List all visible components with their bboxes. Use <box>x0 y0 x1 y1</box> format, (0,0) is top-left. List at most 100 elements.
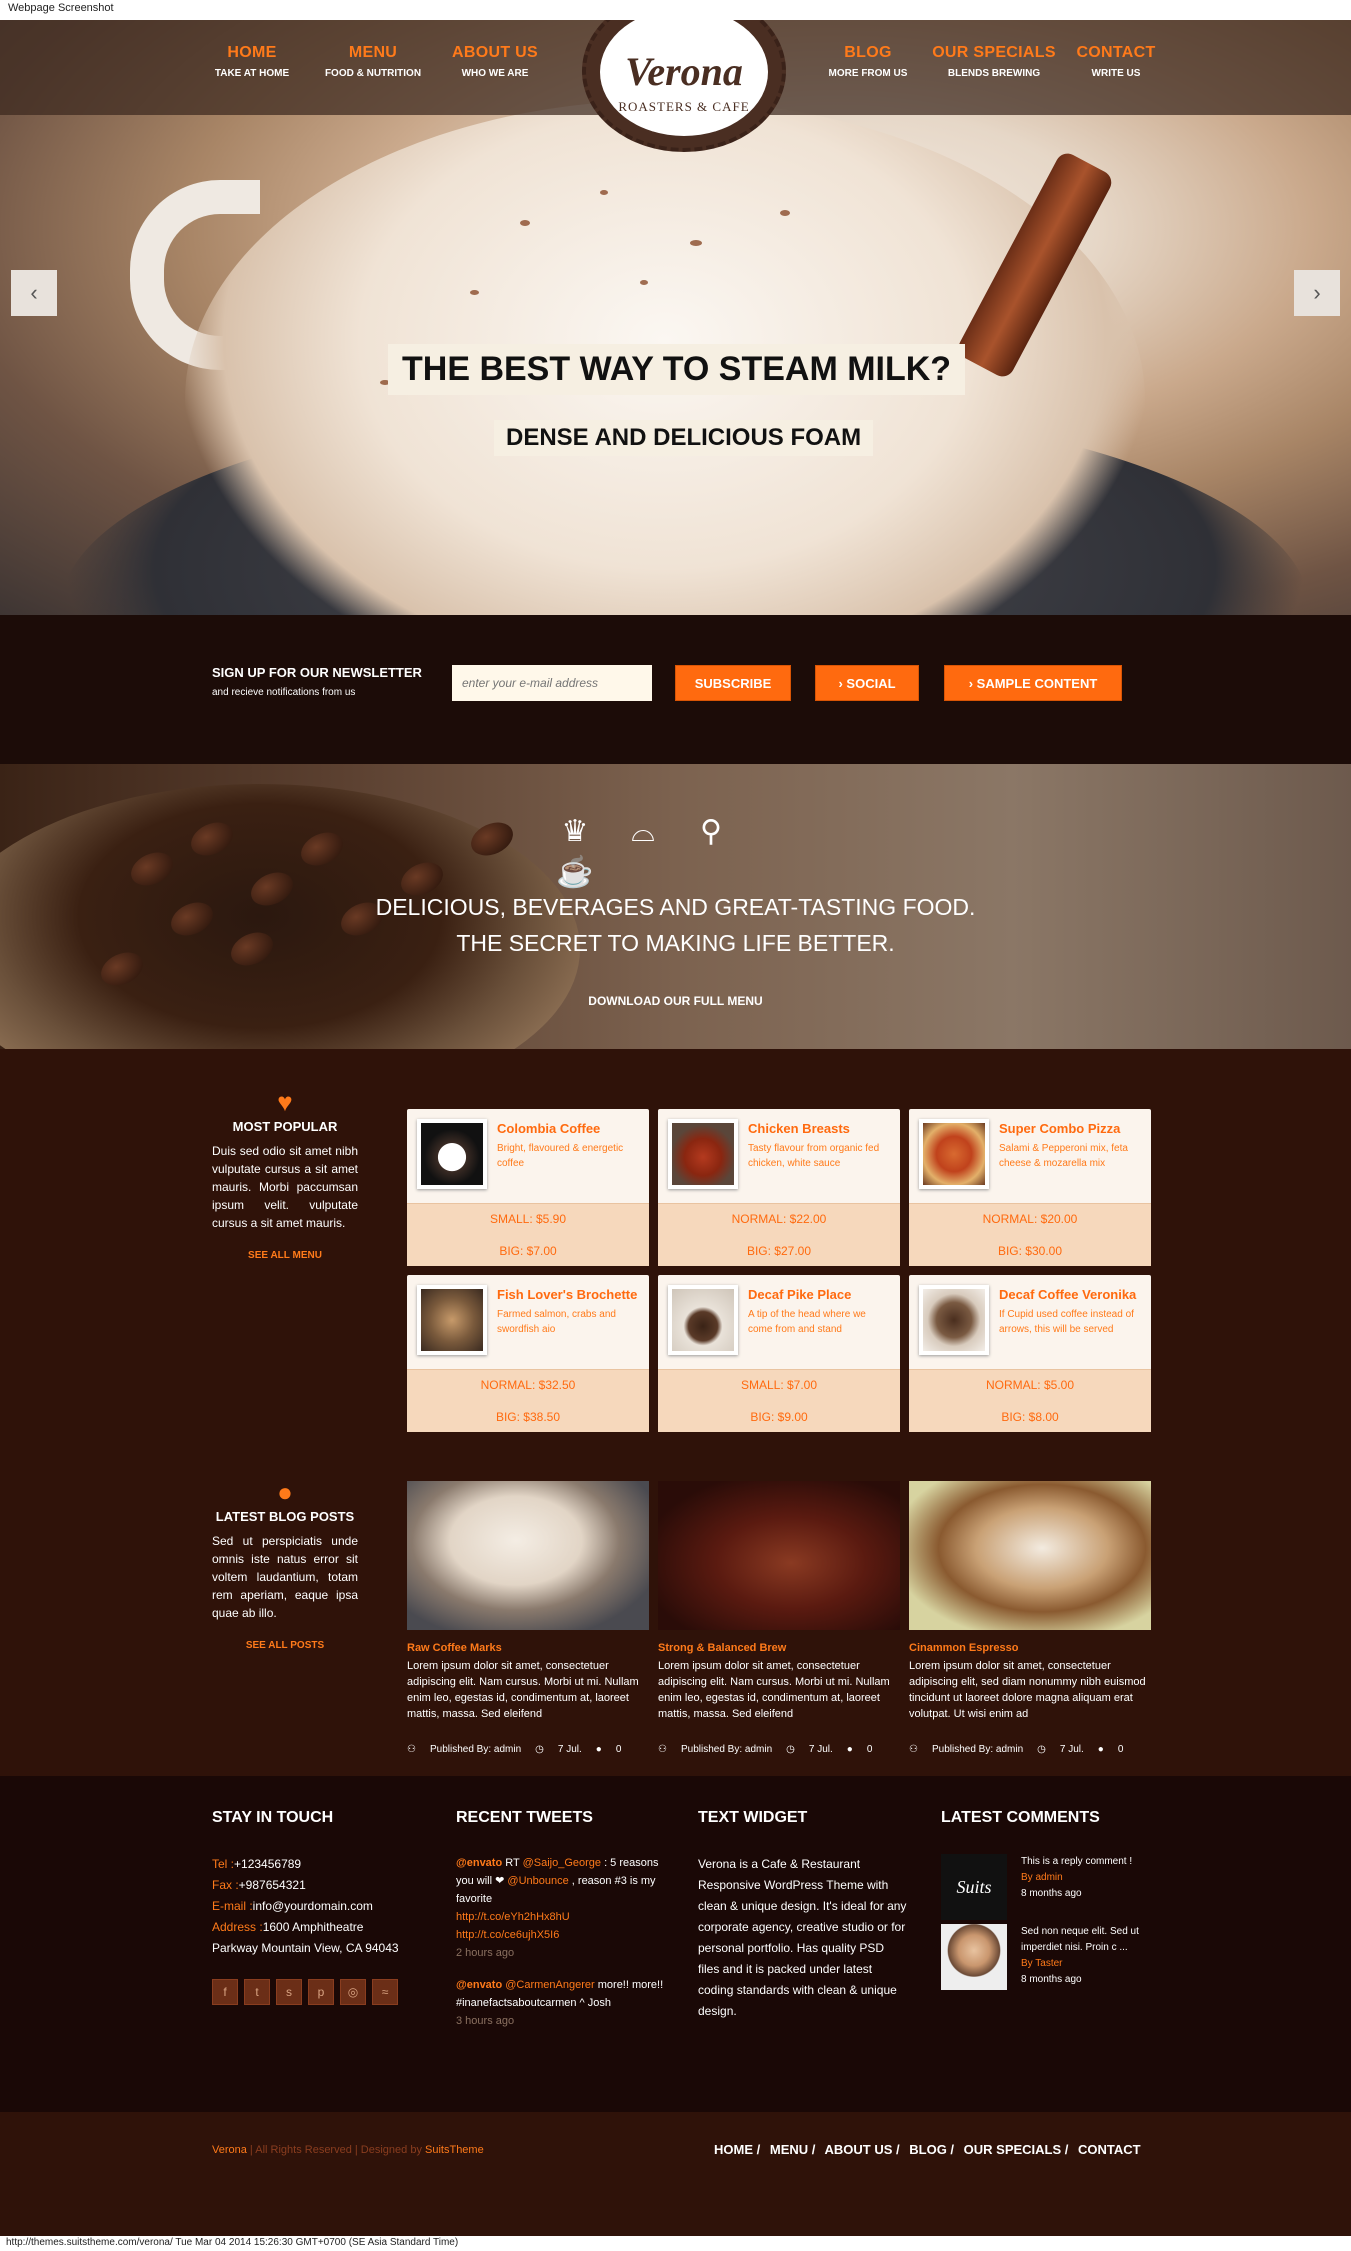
download-menu-link[interactable]: DOWNLOAD OUR FULL MENU <box>0 994 1351 1008</box>
serving-dish-icon[interactable]: ⌓ <box>620 815 666 855</box>
menu-section: ♥ MOST POPULAR Duis sed odio sit amet ni… <box>0 1049 1351 1776</box>
menu-card[interactable]: Decaf Coffee Veronika If Cupid used coff… <box>909 1275 1151 1432</box>
latest-comments-widget: LATEST COMMENTS Suits This is a reply co… <box>941 1808 1161 1994</box>
blog-post-author: Published By: admin <box>931 1744 1024 1755</box>
cocoa-dust <box>520 220 530 226</box>
latest-posts-sidebar: ● LATEST BLOG POSTS Sed ut perspiciatis … <box>212 1477 358 1651</box>
dribbble-icon[interactable]: ◎ <box>340 1979 366 2005</box>
footer-nav-home[interactable]: HOME / <box>714 2142 760 2157</box>
menu-card[interactable]: Chicken Breasts Tasty flavour from organ… <box>658 1109 900 1266</box>
contact-value[interactable]: info@yourdomain.com <box>253 1899 373 1913</box>
price-1: SMALL: $5.90 <box>489 1212 567 1226</box>
price-1: NORMAL: $22.00 <box>731 1212 827 1226</box>
copyright-brand[interactable]: Verona <box>212 2144 247 2156</box>
chef-hat-icon[interactable]: ♛ <box>552 814 598 854</box>
suits-logo-avatar: Suits <box>941 1854 1007 1920</box>
menu-item-name: Decaf Coffee Veronika <box>999 1287 1137 1302</box>
comment-time: 8 months ago <box>1021 1974 1082 1985</box>
pinterest-icon[interactable]: p <box>308 1979 334 2005</box>
menu-card[interactable]: Colombia Coffee Bright, flavoured & ener… <box>407 1109 649 1266</box>
see-all-posts-link[interactable]: SEE ALL POSTS <box>212 1640 358 1651</box>
blog-post-author: Published By: admin <box>429 1744 522 1755</box>
menu-card[interactable]: Super Combo Pizza Salami & Pepperoni mix… <box>909 1109 1151 1266</box>
footer-nav-menu[interactable]: MENU / <box>770 2142 816 2157</box>
comment-body: Sed non neque elit. Sed ut imperdiet nis… <box>1021 1926 1139 1953</box>
menu-item-image <box>668 1285 738 1355</box>
cocoa-dust <box>470 290 479 295</box>
menu-item-name: Colombia Coffee <box>497 1121 601 1136</box>
screenshot-caption: Webpage Screenshot <box>0 0 1351 20</box>
comment-item[interactable]: Sed non neque elit. Sed ut imperdiet nis… <box>941 1924 1161 1990</box>
tweet-handle[interactable]: @envato <box>456 1857 502 1869</box>
blog-post-comments: 0 <box>1117 1744 1124 1755</box>
sample-content-button[interactable]: › SAMPLE CONTENT <box>944 665 1122 701</box>
rss-icon[interactable]: ≈ <box>372 1979 398 2005</box>
tweet-mention[interactable]: @CarmenAngerer <box>505 1979 594 1991</box>
slider-next-arrow-icon[interactable]: › <box>1294 270 1340 316</box>
tweet-link[interactable]: http://t.co/ce6ujhX5I6 <box>456 1929 559 1941</box>
chicken-leg-icon[interactable]: ⚲ <box>688 814 734 854</box>
nav-label: ABOUT US <box>452 44 538 61</box>
newsletter-email-input[interactable] <box>452 665 652 701</box>
clock-icon: ◷ <box>535 1744 544 1755</box>
footer-nav-contact[interactable]: CONTACT <box>1078 2142 1141 2157</box>
price-2: BIG: $27.00 <box>746 1244 812 1258</box>
tweet-link[interactable]: http://t.co/eYh2hHx8hU <box>456 1911 570 1923</box>
blog-post-title[interactable]: Strong & Balanced Brew <box>658 1642 900 1654</box>
tweet-mention[interactable]: @Unbounce <box>507 1875 568 1887</box>
banner-line-1: DELICIOUS, BEVERAGES AND GREAT-TASTING F… <box>375 894 976 920</box>
price-1: NORMAL: $5.00 <box>985 1378 1075 1392</box>
nav-blog[interactable]: BLOG MORE FROM US <box>798 44 938 79</box>
blog-post[interactable]: Raw Coffee Marks Lorem ipsum dolor sit a… <box>407 1481 649 1755</box>
blog-post[interactable]: Cinammon Espresso Lorem ipsum dolor sit … <box>909 1481 1151 1755</box>
comment-item[interactable]: Suits This is a reply comment ! By admin 8… <box>941 1854 1161 1920</box>
footer-nav-about[interactable]: ABOUT US / <box>825 2142 900 2157</box>
tweet-handle[interactable]: @envato <box>456 1979 502 1991</box>
menu-item-image <box>919 1119 989 1189</box>
nav-specials[interactable]: OUR SPECIALS BLENDS BREWING <box>924 44 1064 79</box>
footer-nav-specials[interactable]: OUR SPECIALS / <box>964 2142 1069 2157</box>
blog-post-image[interactable] <box>407 1481 649 1630</box>
footer-widgets: STAY IN TOUCH Tel :+123456789 Fax :+9876… <box>0 1776 1351 2112</box>
designer-link[interactable]: SuitsTheme <box>425 2144 484 2156</box>
nav-about[interactable]: ABOUT US WHO WE ARE <box>425 44 565 79</box>
footer-nav-blog[interactable]: BLOG / <box>909 2142 954 2157</box>
social-button[interactable]: › SOCIAL <box>815 665 919 701</box>
comment-icon: ● <box>1097 1744 1104 1755</box>
blog-post-image[interactable] <box>909 1481 1151 1630</box>
tweet-mention[interactable]: @Saijo_George <box>523 1857 601 1869</box>
recent-tweets-widget: RECENT TWEETS @envato RT @Saijo_George :… <box>456 1808 676 2044</box>
nav-home[interactable]: HOME TAKE AT HOME <box>182 44 322 79</box>
blog-post-author: Published By: admin <box>680 1744 773 1755</box>
slide-subheadline: DENSE AND DELICIOUS FOAM <box>494 420 874 456</box>
menu-item-image <box>417 1119 487 1189</box>
copyright-text: | All Rights Reserved | Designed by <box>246 2144 426 2156</box>
subscribe-button[interactable]: SUBSCRIBE <box>675 665 791 701</box>
menu-item-desc: If Cupid used coffee instead of arrows, … <box>999 1309 1134 1335</box>
nav-menu[interactable]: MENU FOOD & NUTRITION <box>303 44 443 79</box>
cocoa-dust <box>600 190 608 195</box>
facebook-icon[interactable]: f <box>212 1979 238 2005</box>
contact-label: E-mail : <box>212 1899 253 1913</box>
coffee-beans-banner: ♛ ⌓ ⚲ ☕ DELICIOUS, BEVERAGES AND GREAT-TAST… <box>0 764 1351 1114</box>
slider-prev-arrow-icon[interactable]: ‹ <box>11 270 57 316</box>
tweet-text: RT <box>502 1857 523 1869</box>
widget-title: STAY IN TOUCH <box>212 1809 334 1826</box>
twitter-icon[interactable]: t <box>244 1979 270 2005</box>
blog-post[interactable]: Strong & Balanced Brew Lorem ipsum dolor… <box>658 1481 900 1755</box>
contact-value: +987654321 <box>238 1878 306 1892</box>
speech-bubble-icon: ● <box>277 1477 293 1507</box>
nav-contact[interactable]: CONTACT WRITE US <box>1046 44 1186 79</box>
menu-card[interactable]: Decaf Pike Place A tip of the head where… <box>658 1275 900 1432</box>
coffee-cup-icon[interactable]: ☕ <box>552 855 598 895</box>
see-all-menu-link[interactable]: SEE ALL MENU <box>212 1250 358 1261</box>
hero-slider: HOME TAKE AT HOME MENU FOOD & NUTRITION AB… <box>0 20 1351 615</box>
menu-card[interactable]: Fish Lover's Brochette Farmed salmon, cr… <box>407 1275 649 1432</box>
skype-icon[interactable]: s <box>276 1979 302 2005</box>
price-2: BIG: $7.00 <box>499 1244 557 1258</box>
most-popular-text: Duis sed odio sit amet nibh vulputate cu… <box>212 1144 358 1230</box>
blog-post-title[interactable]: Raw Coffee Marks <box>407 1642 649 1654</box>
blog-post-image[interactable] <box>658 1481 900 1630</box>
status-url: http://themes.suitstheme.com/verona/ Tue… <box>0 2236 1351 2251</box>
blog-post-title[interactable]: Cinammon Espresso <box>909 1642 1151 1654</box>
